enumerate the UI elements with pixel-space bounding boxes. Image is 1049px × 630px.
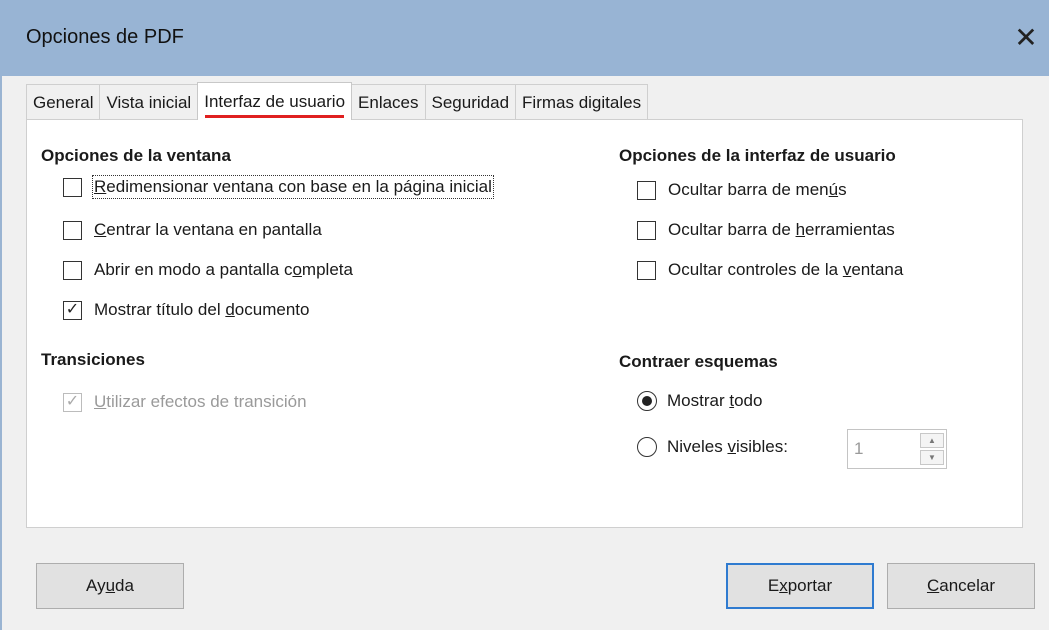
radio-label: Niveles visibles: [667, 437, 788, 456]
export-button[interactable]: Exportar [726, 563, 874, 609]
checkbox-label: Ocultar barra de herramientas [668, 220, 895, 239]
checkbox-label: Redimensionar ventana con base en la pág… [92, 175, 494, 199]
show-title-checkbox[interactable]: Mostrar título del documento [63, 300, 309, 320]
checkbox-box[interactable] [637, 260, 656, 280]
transition-effects-checkbox: Utilizar efectos de transición [63, 392, 307, 412]
checkbox-box[interactable] [637, 220, 656, 240]
button-label: Ayuda [86, 576, 134, 595]
checkbox-label: Utilizar efectos de transición [94, 392, 307, 411]
radio-button[interactable] [637, 437, 657, 457]
checkbox-label: Ocultar controles de la ventana [668, 260, 904, 279]
help-button[interactable]: Ayuda [36, 563, 184, 609]
dialog-title: Opciones de PDF [26, 26, 184, 48]
tab-security[interactable]: Seguridad [424, 84, 517, 120]
tab-general[interactable]: General [26, 84, 101, 120]
tab-label: General [33, 92, 94, 112]
center-window-checkbox[interactable]: Centrar la ventana en pantalla [63, 220, 322, 240]
button-label: Exportar [767, 576, 833, 595]
hide-window-controls-checkbox[interactable]: Ocultar controles de la ventana [637, 260, 903, 280]
checkbox-box[interactable] [63, 220, 82, 240]
button-label: Cancelar [926, 576, 996, 595]
transitions-heading: Transiciones [41, 350, 145, 369]
spin-up-icon[interactable]: ▲ [920, 433, 944, 448]
window-edge [0, 76, 2, 630]
tab-panel: Opciones de la ventana Redimensionar ven… [26, 119, 1023, 528]
hide-toolbar-checkbox[interactable]: Ocultar barra de herramientas [637, 220, 895, 240]
fullscreen-checkbox[interactable]: Abrir en modo a pantalla completa [63, 260, 353, 280]
close-icon[interactable]: ✕ [1003, 14, 1049, 60]
title-bar: Opciones de PDF ✕ [0, 0, 1049, 76]
checkbox-box[interactable] [63, 300, 82, 320]
radio-button[interactable] [637, 391, 657, 411]
hide-menubar-checkbox[interactable]: Ocultar barra de menús [637, 180, 847, 200]
checkbox-label: Centrar la ventana en pantalla [94, 220, 322, 239]
tab-label: Firmas digitales [522, 92, 642, 112]
tab-user-interface[interactable]: Interfaz de usuario [197, 82, 353, 120]
spin-arrows: ▲ ▼ [920, 433, 944, 465]
checkbox-label: Ocultar barra de menús [668, 180, 847, 199]
tab-label: Seguridad [431, 92, 510, 112]
checkbox-box[interactable] [63, 260, 82, 280]
active-tab-underline [205, 115, 345, 118]
checkbox-box[interactable] [637, 180, 656, 200]
checkbox-box[interactable] [63, 177, 82, 197]
tab-initial-view[interactable]: Vista inicial [99, 84, 199, 120]
radio-label: Mostrar todo [667, 391, 763, 410]
spin-down-icon[interactable]: ▼ [920, 450, 944, 465]
tab-label: Enlaces [358, 92, 419, 112]
visible-levels-spinbox[interactable]: ▲ ▼ [847, 429, 947, 469]
visible-levels-input[interactable] [848, 430, 918, 468]
show-all-radio[interactable]: Mostrar todo [637, 391, 762, 411]
checkbox-box [63, 392, 82, 412]
ui-options-heading: Opciones de la interfaz de usuario [619, 146, 896, 165]
tab-label: Vista inicial [106, 92, 192, 112]
window-options-heading: Opciones de la ventana [41, 146, 231, 165]
checkbox-label: Mostrar título del documento [94, 300, 310, 319]
tab-label: Interfaz de usuario [204, 91, 346, 111]
tab-digital-signatures[interactable]: Firmas digitales [515, 84, 649, 120]
collapse-outlines-heading: Contraer esquemas [619, 352, 778, 371]
tab-bar: General Vista inicial Interfaz de usuari… [26, 82, 649, 120]
resize-window-checkbox[interactable]: Redimensionar ventana con base en la pág… [63, 175, 494, 199]
visible-levels-radio[interactable]: Niveles visibles: [637, 437, 788, 457]
tab-links[interactable]: Enlaces [351, 84, 426, 120]
checkbox-label: Abrir en modo a pantalla completa [94, 260, 353, 279]
cancel-button[interactable]: Cancelar [887, 563, 1035, 609]
